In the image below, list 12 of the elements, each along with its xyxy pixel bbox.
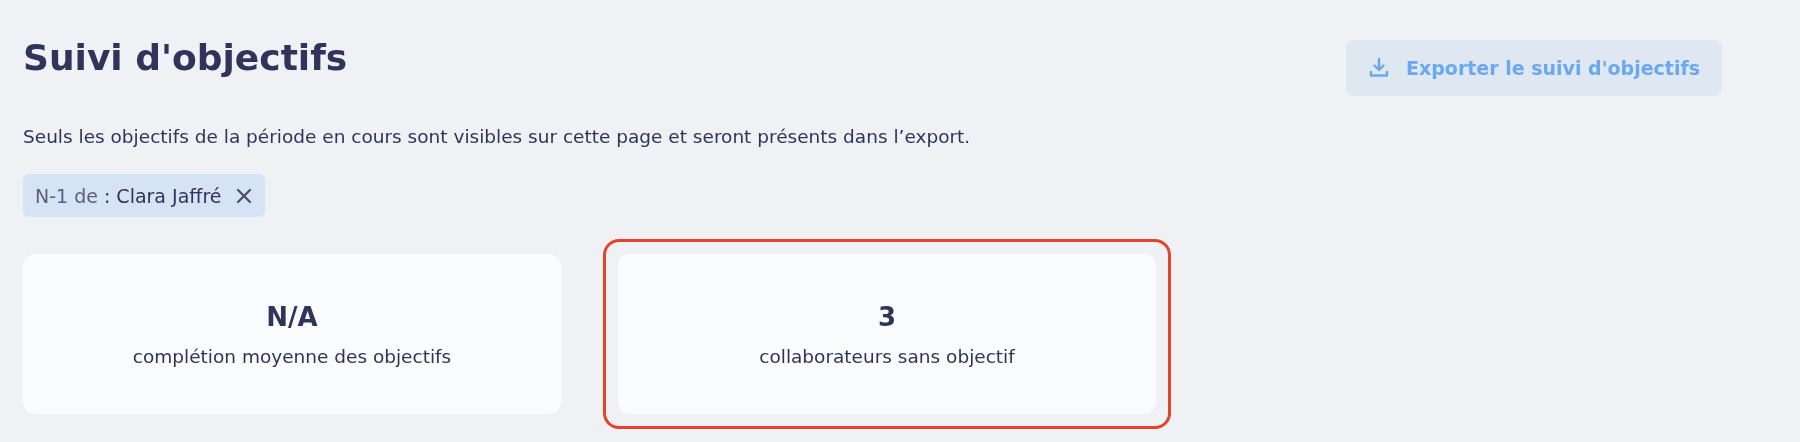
stat-label: complétion moyenne des objectifs: [132, 345, 452, 367]
stat-label: collaborateurs sans objectif: [759, 345, 1015, 367]
info-text: Seuls les objectifs de la période en cours sont visibles sur cette page et seront présents dans l’export.: [23, 125, 972, 149]
download-icon: [1368, 57, 1390, 79]
stat-value: N/A: [266, 301, 318, 332]
filter-value: Clara Jaffré: [116, 184, 222, 207]
stat-value: 3: [877, 301, 897, 332]
close-icon[interactable]: [235, 186, 254, 205]
filter-chip[interactable]: N-1 de : Clara Jaffré: [23, 174, 266, 217]
filter-name: N-1 de: [35, 184, 98, 207]
filter-separator: :: [103, 184, 111, 207]
page-title: Suivi d'objectifs: [23, 36, 348, 80]
